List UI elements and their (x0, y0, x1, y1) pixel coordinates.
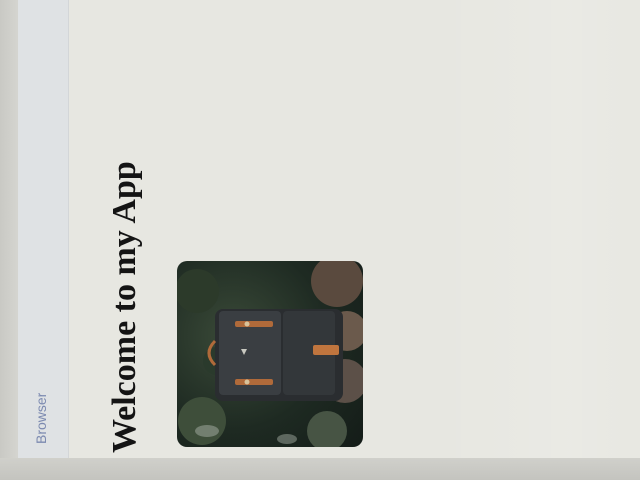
browser-window: Browser Welcome to my App (18, 0, 640, 465)
browser-toolbar: Browser (18, 0, 69, 462)
page-content: Welcome to my App (68, 0, 640, 462)
photo-of-screen: Browser Welcome to my App (0, 0, 640, 480)
page-heading: Welcome to my App (106, 161, 143, 453)
monitor-bezel-left (0, 0, 20, 480)
backpack-image (177, 261, 363, 447)
monitor-bezel-bottom (0, 458, 640, 480)
backpack-illustration (177, 261, 363, 447)
browser-title: Browser (33, 392, 49, 444)
